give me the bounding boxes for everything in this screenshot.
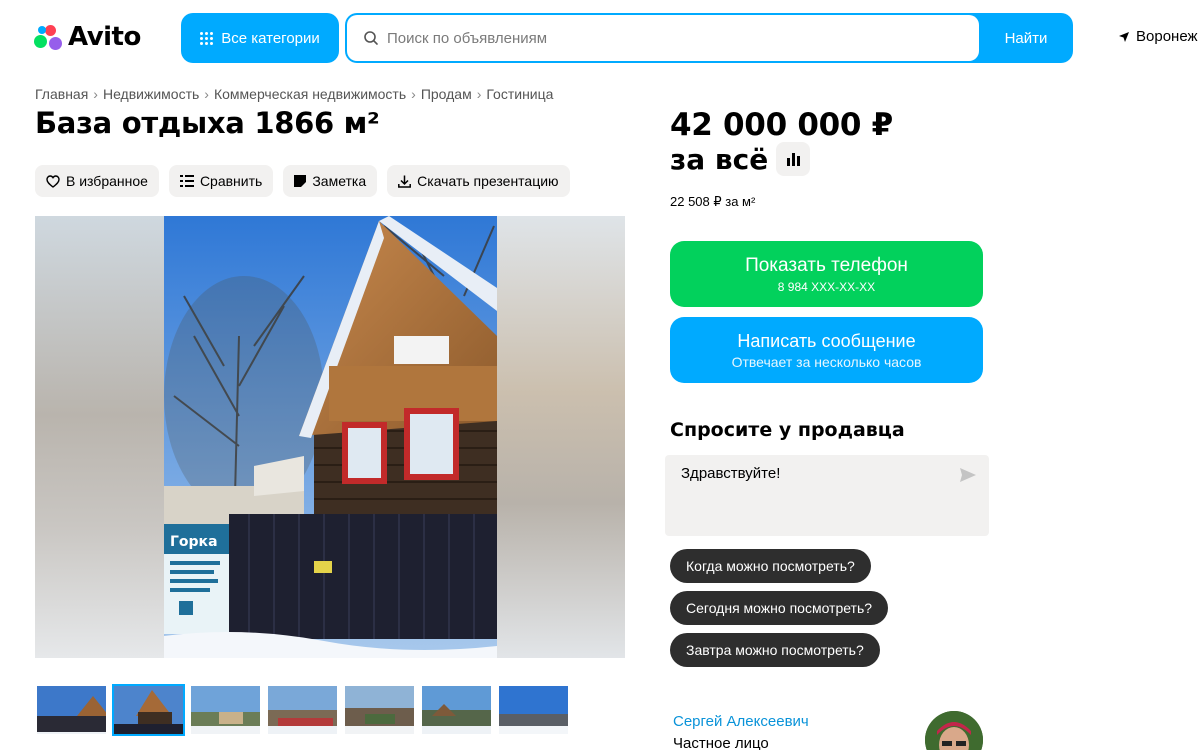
write-message-label: Написать сообщение [737,331,916,351]
location-selector[interactable]: Воронеж [1118,28,1198,45]
send-icon[interactable] [959,467,977,483]
location-label: Воронеж [1136,28,1198,45]
location-arrow-icon [1119,31,1129,42]
response-time: Отвечает за несколько часов [731,354,922,370]
breadcrumb-item-sell[interactable]: Продам [421,86,472,102]
note-button[interactable]: Заметка [283,165,378,197]
breadcrumb-item-commercial[interactable]: Коммерческая недвижимость [214,86,406,102]
heart-icon [46,174,60,188]
download-label: Скачать презентацию [417,173,559,189]
breadcrumb-item-home[interactable]: Главная [35,86,88,102]
gallery-blur-left [35,216,165,658]
download-icon [398,175,412,188]
photo-gallery[interactable]: Горка [35,216,625,658]
search-field[interactable] [347,15,979,61]
logo-dots-icon [34,23,62,51]
thumbnail[interactable] [189,684,262,736]
thumbnail[interactable] [35,684,108,736]
ask-seller-input[interactable]: Здравствуйте! [681,465,941,525]
search-bar: Найти [345,13,1073,63]
quick-question-chip[interactable]: Сегодня можно посмотреть? [670,591,889,625]
seller-name-link[interactable]: Сергей Алексеевич [673,713,809,730]
page-title: База отдыха 1866 м² [35,106,380,140]
compare-button[interactable]: Сравнить [168,165,274,197]
gallery-blur-right [495,216,625,658]
quick-question-chip[interactable]: Когда можно посмотреть? [670,549,871,583]
favorite-button[interactable]: В избранное [35,165,159,197]
breadcrumb-separator-icon: › [411,86,416,102]
thumbnail[interactable] [420,684,493,736]
price: 42 000 000 ₽ [670,107,893,143]
phone-masked: 8 984 XXX-XX-XX [777,280,876,294]
breadcrumb-separator-icon: › [476,86,482,102]
compare-icon [179,175,194,187]
thumbnail-strip [35,684,570,736]
compare-label: Сравнить [199,173,263,189]
thumbnail-active[interactable] [112,684,185,736]
show-phone-button[interactable]: Показать телефон 8 984 XXX-XX-XX [670,241,983,307]
breadcrumb-item-hotel[interactable]: Гостиница [486,86,553,102]
grid-icon [200,31,214,45]
breadcrumb: Главная › Недвижимость › Коммерческая не… [35,86,553,102]
search-button[interactable]: Найти [979,13,1073,63]
note-label: Заметка [312,173,367,189]
seller-type: Частное лицо [673,735,769,750]
all-categories-button[interactable]: Все категории [181,13,339,63]
sign-text: Горка [170,534,218,550]
breadcrumb-item-realty[interactable]: Недвижимость [103,86,199,102]
price-history-chart-icon[interactable] [776,142,811,176]
logo-text: Avito [68,22,141,52]
breadcrumb-separator-icon: › [93,86,98,102]
thumbnail[interactable] [497,684,570,736]
note-icon [294,175,307,187]
thumbnail[interactable] [266,684,339,736]
show-phone-label: Показать телефон [745,255,908,276]
seller-avatar[interactable] [925,711,983,750]
listing-actions: В избранное Сравнить Заметка Скачать пре… [35,165,570,197]
price-label-row: за всё [670,142,811,176]
search-input[interactable] [387,29,947,47]
all-categories-label: Все категории [221,29,320,47]
avito-logo[interactable]: Avito [34,22,141,52]
house-photo: Горка [164,216,497,658]
price-per-m2: 22 508 ₽ за м² [670,194,756,209]
main-photo[interactable]: Горка [164,216,497,658]
quick-question-chip[interactable]: Завтра можно посмотреть? [670,633,880,667]
breadcrumb-separator-icon: › [204,86,209,102]
thumbnail[interactable] [343,684,416,736]
search-icon [364,31,378,45]
download-presentation-button[interactable]: Скачать презентацию [387,165,570,197]
price-label: за всё [670,142,769,176]
ask-seller-title: Спросите у продавца [670,419,905,441]
ask-seller-box: Здравствуйте! [665,455,989,536]
write-message-button[interactable]: Написать сообщение Отвечает за несколько… [670,317,983,383]
favorite-label: В избранное [66,173,148,189]
